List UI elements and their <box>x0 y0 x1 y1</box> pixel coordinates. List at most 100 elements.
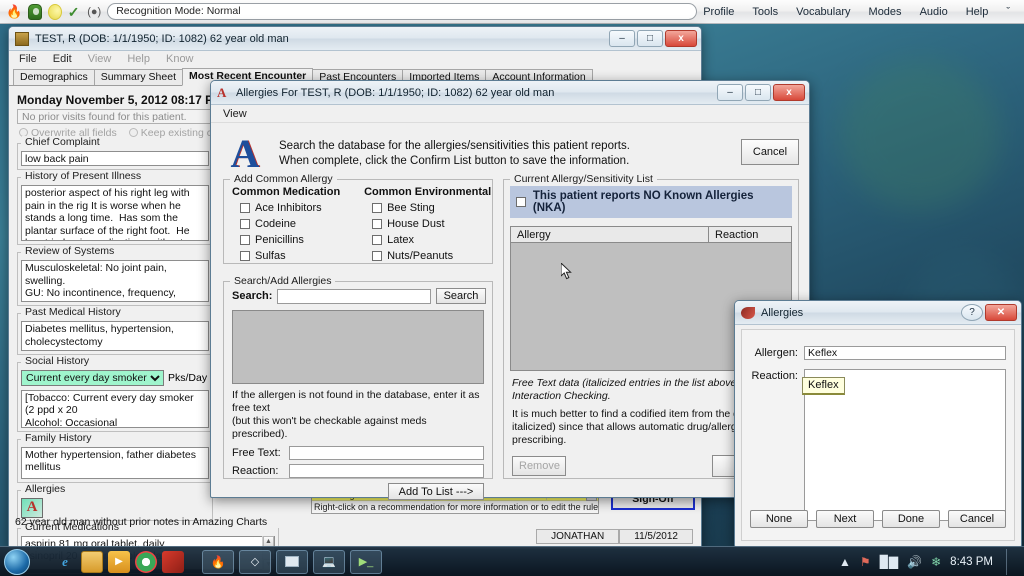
folder-icon[interactable] <box>81 550 103 573</box>
allergen-autocomplete-suggestion[interactable]: Keflex <box>802 377 845 395</box>
taskbar-dragon-icon[interactable]: 🔥 <box>202 549 234 574</box>
hpi-field[interactable]: posterior aspect of his right leg with p… <box>21 185 209 241</box>
search-input[interactable] <box>277 288 431 304</box>
free-text-input[interactable] <box>289 446 484 460</box>
taskbar-app-window-icon[interactable]: ◇ <box>239 549 271 574</box>
checkbox-house-dust[interactable]: House Dust <box>364 218 492 230</box>
taskbar-terminal-icon[interactable]: ▶_ <box>350 549 382 574</box>
checkbox-label: Ace Inhibitors <box>255 202 322 214</box>
dragon-menubar: Profile Tools Vocabulary Modes Audio Hel… <box>703 6 1018 18</box>
done-button[interactable]: Done <box>882 510 940 528</box>
tab-demographics[interactable]: Demographics <box>13 69 95 85</box>
checkbox-icon <box>372 251 383 261</box>
checkbox-penicillins[interactable]: Penicillins <box>232 234 350 246</box>
pmh-group: Past Medical History Diabetes mellitus, … <box>17 306 213 355</box>
next-button[interactable]: Next <box>816 510 874 528</box>
maximize-button[interactable]: □ <box>637 30 663 47</box>
add-to-list-button[interactable]: Add To List ---> <box>388 483 484 500</box>
pmh-label: Past Medical History <box>22 306 124 318</box>
app-tray-icon[interactable]: ❄ <box>931 555 941 569</box>
pmh-field[interactable]: Diabetes mellitus, hypertension, cholecy… <box>21 321 209 351</box>
checkbox-sulfas[interactable]: Sulfas <box>232 250 350 262</box>
chrome-icon[interactable] <box>135 550 157 573</box>
reaction-label: Reaction: <box>232 465 279 477</box>
taskbar-chart-window-icon[interactable] <box>276 549 308 574</box>
allergies-for-patient-dialog: A Allergies For TEST, R (DOB: 1/1/1950; … <box>210 80 810 500</box>
allergies-dialog-titlebar[interactable]: A Allergies For TEST, R (DOB: 1/1/1950; … <box>211 81 809 105</box>
menu-view[interactable]: View <box>88 53 112 69</box>
dragon-menu-audio[interactable]: Audio <box>920 6 948 18</box>
footer-user: JONATHAN <box>536 529 620 544</box>
recognition-mode-textbox[interactable]: Recognition Mode: Normal <box>107 3 698 20</box>
search-results-list[interactable] <box>232 310 484 384</box>
tab-summary-sheet[interactable]: Summary Sheet <box>93 69 183 85</box>
popup-titlebar[interactable]: Allergies ? ✕ <box>735 301 1021 325</box>
menu-view[interactable]: View <box>223 108 247 120</box>
close-button[interactable]: x <box>773 84 805 101</box>
nka-banner[interactable]: This patient reports NO Known Allergies … <box>510 186 792 218</box>
flame-icon[interactable]: 🔥 <box>6 4 22 20</box>
checkbox-latex[interactable]: Latex <box>364 234 492 246</box>
taskbar-clock[interactable]: 8:43 PM <box>950 556 993 568</box>
volume-icon[interactable]: (●) <box>87 4 101 20</box>
checkbox-icon <box>240 235 250 245</box>
remove-button[interactable]: Remove <box>512 456 566 476</box>
moon-icon[interactable] <box>47 3 62 20</box>
pdf-icon[interactable] <box>162 550 184 573</box>
dragon-menu-modes[interactable]: Modes <box>869 6 902 18</box>
microphone-icon[interactable] <box>28 3 42 20</box>
popup-allergen-input[interactable] <box>804 346 1006 360</box>
menu-know[interactable]: Know <box>166 53 194 69</box>
chart-menubar: File Edit View Help Know <box>9 51 701 69</box>
show-hidden-icons-icon[interactable]: ▲ <box>839 555 851 569</box>
menu-edit[interactable]: Edit <box>53 53 72 69</box>
chief-complaint-field[interactable]: low back pain <box>21 151 209 166</box>
checkbox-codeine[interactable]: Codeine <box>232 218 350 230</box>
checkbox-nuts-peanuts[interactable]: Nuts/Peanuts <box>364 250 492 262</box>
show-desktop-button[interactable] <box>1006 548 1016 575</box>
start-button[interactable] <box>4 548 30 575</box>
chart-app-icon <box>15 31 29 46</box>
search-button[interactable]: Search <box>436 288 486 304</box>
allergies-dialog-title: Allergies For TEST, R (DOB: 1/1/1950; ID… <box>236 86 555 99</box>
menu-help[interactable]: Help <box>127 53 150 69</box>
check-icon[interactable]: ✓ <box>68 4 82 20</box>
allergies-a-icon[interactable]: A <box>21 497 43 518</box>
checkbox-ace-inhibitors[interactable]: Ace Inhibitors <box>232 202 350 214</box>
chief-complaint-group: Chief Complaint low back pain <box>17 136 213 170</box>
minimize-button[interactable]: – <box>717 84 743 101</box>
close-button[interactable]: x <box>665 30 697 47</box>
ros-field[interactable]: Musculoskeletal: No joint pain, swelling… <box>21 260 209 302</box>
dragon-menu-vocabulary[interactable]: Vocabulary <box>796 6 850 18</box>
column-reaction: Reaction <box>715 228 759 241</box>
close-button[interactable]: ✕ <box>985 304 1017 321</box>
smoking-status-select[interactable]: Current every day smoker <box>21 370 164 387</box>
checkbox-bee-sting[interactable]: Bee Sting <box>364 202 492 214</box>
free-text-label: Free Text: <box>232 447 281 459</box>
volume-icon[interactable]: 🔊 <box>907 555 922 569</box>
maximize-button[interactable]: □ <box>745 84 771 101</box>
cancel-button[interactable]: Cancel <box>741 139 799 165</box>
checkbox-label: Latex <box>387 234 414 246</box>
network-icon[interactable]: ▉▇ <box>880 555 898 569</box>
system-tray: ▲ ⚑ ▉▇ 🔊 ❄ 8:43 PM <box>839 548 1024 575</box>
dragon-menu-profile[interactable]: Profile <box>703 6 734 18</box>
minimize-button[interactable]: – <box>609 30 635 47</box>
media-player-icon[interactable]: ▶ <box>108 550 130 573</box>
chevron-down-icon[interactable]: ˇ <box>1006 6 1010 18</box>
internet-explorer-icon[interactable]: e <box>54 551 76 573</box>
family-history-field[interactable]: Mother hypertension, father diabetes mel… <box>21 446 209 479</box>
chart-titlebar[interactable]: TEST, R (DOB: 1/1/1950; ID: 1082) 62 yea… <box>9 27 701 51</box>
cancel-button[interactable]: Cancel <box>948 510 1006 528</box>
dragon-menu-help[interactable]: Help <box>966 6 989 18</box>
menu-file[interactable]: File <box>19 53 37 69</box>
social-history-field[interactable]: [Tobacco: Current every day smoker (2 pp… <box>21 389 209 428</box>
taskbar-remote-icon[interactable]: 💻 <box>313 549 345 574</box>
help-button[interactable]: ? <box>961 304 983 321</box>
dragon-menu-tools[interactable]: Tools <box>752 6 778 18</box>
reaction-input[interactable] <box>289 464 484 478</box>
security-icon[interactable]: ⚑ <box>860 555 871 569</box>
chart-window-controls: – □ x <box>609 30 699 47</box>
none-button[interactable]: None <box>750 510 808 528</box>
scroll-up-icon[interactable]: ▲ <box>263 535 274 547</box>
